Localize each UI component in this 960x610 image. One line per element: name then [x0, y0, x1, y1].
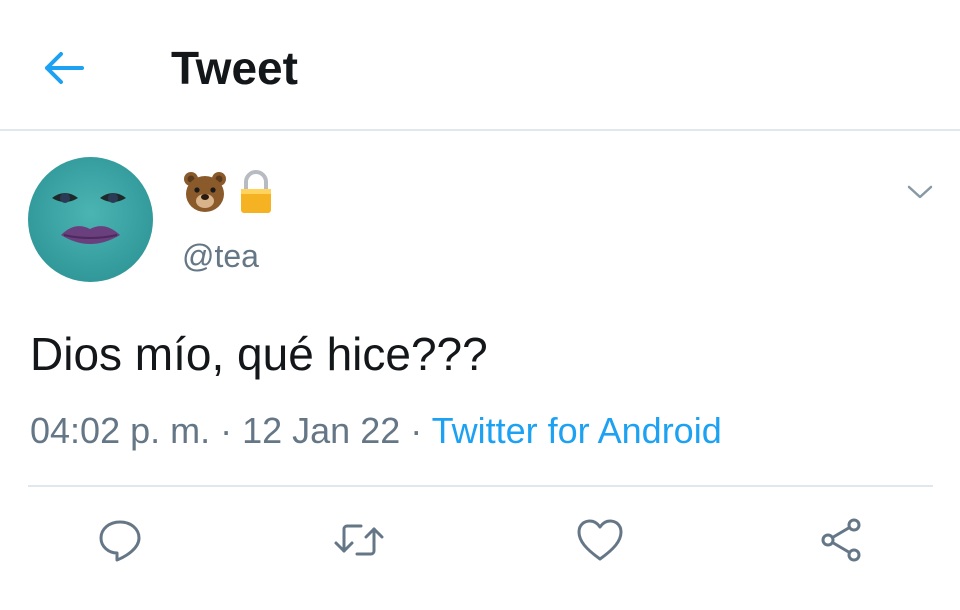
share-icon: [821, 518, 861, 562]
tweet-source-link[interactable]: Twitter for Android: [432, 410, 722, 451]
retweet-button[interactable]: [331, 512, 387, 568]
reply-button[interactable]: [92, 512, 148, 568]
tweet-meta: 04:02 p. m. · 12 Jan 22 · Twitter for An…: [30, 408, 722, 454]
tweet-menu-button[interactable]: [898, 172, 942, 212]
heart-icon: [577, 519, 623, 561]
page-title: Tweet: [171, 42, 298, 94]
tweet-text: Dios mío, qué hice???: [30, 328, 488, 380]
top-app-bar: Tweet: [0, 0, 960, 131]
arrow-left-icon: [45, 52, 84, 84]
back-button[interactable]: [38, 46, 88, 90]
reply-icon: [99, 520, 141, 562]
tweet-time: 04:02 p. m.: [30, 410, 211, 451]
meta-separator: ·: [210, 410, 243, 451]
avatar[interactable]: [28, 157, 153, 282]
meta-separator: ·: [400, 410, 432, 451]
retweet-icon: [334, 524, 384, 556]
avatar-image: [28, 157, 153, 282]
lock-emoji: [238, 170, 274, 214]
like-button[interactable]: [572, 512, 628, 568]
share-button[interactable]: [812, 512, 868, 568]
user-handle[interactable]: @tea: [182, 236, 259, 276]
tweet-date: 12 Jan 22: [242, 410, 401, 451]
divider: [28, 485, 933, 487]
bear-face-emoji: [182, 170, 228, 214]
chevron-down-icon: [907, 185, 933, 199]
display-name[interactable]: [182, 170, 274, 214]
